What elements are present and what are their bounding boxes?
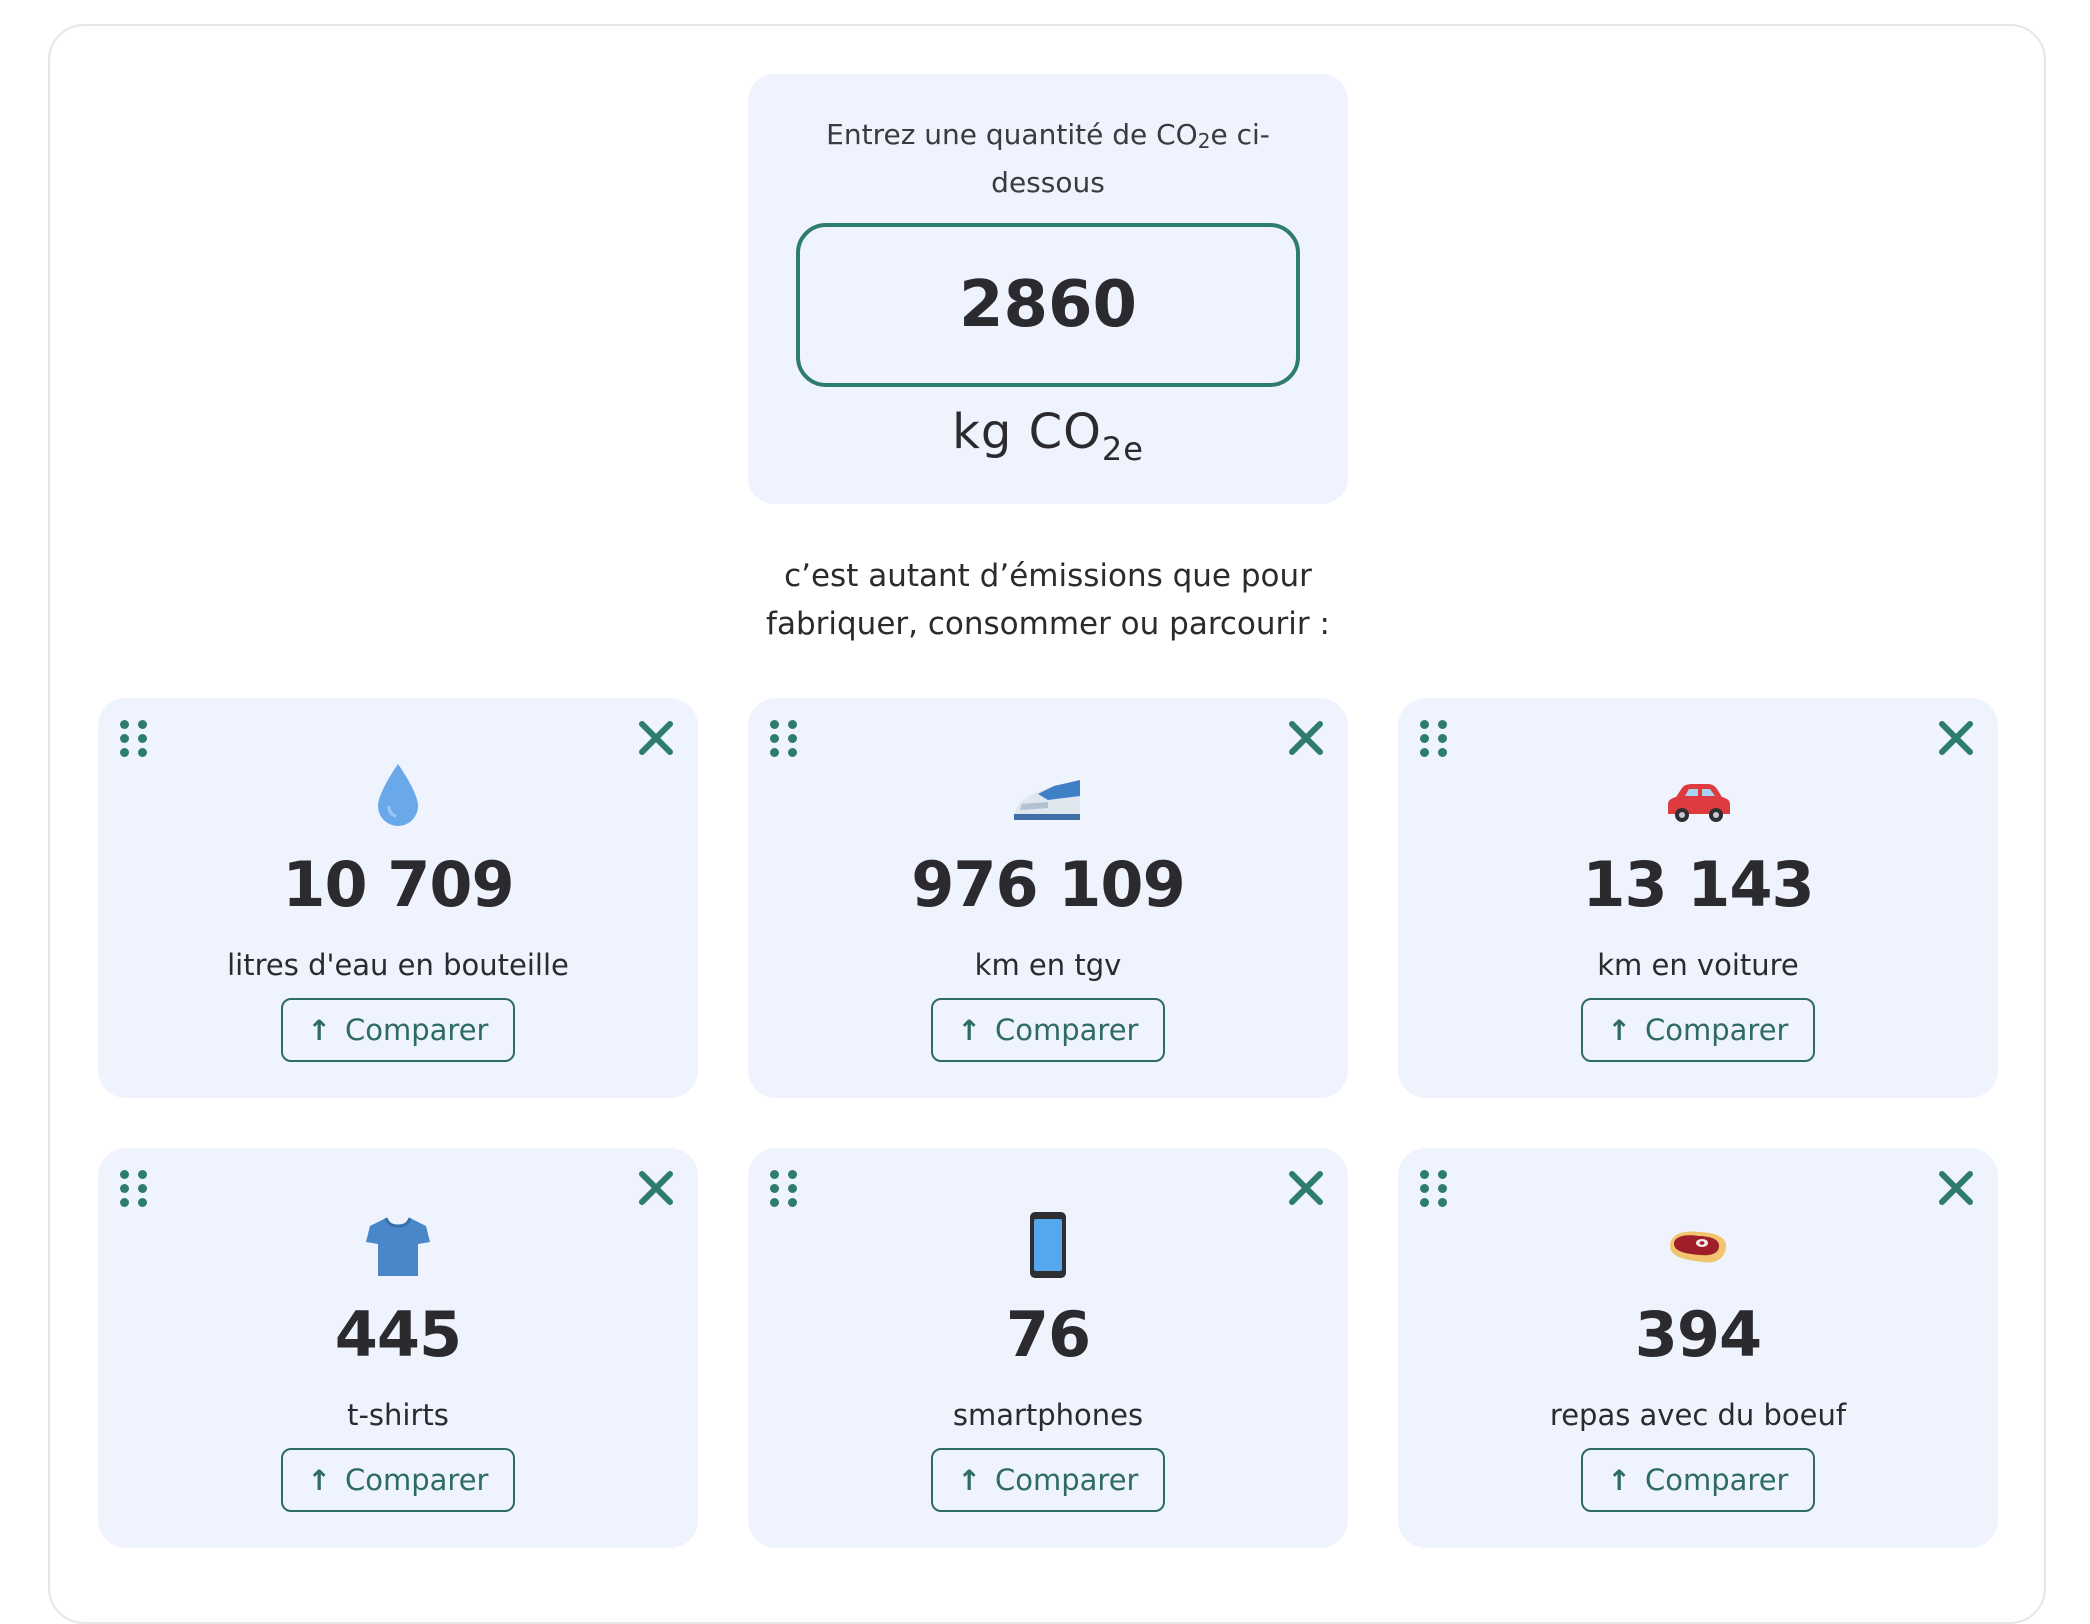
drag-handle-icon[interactable] <box>770 720 802 760</box>
arrow-up-icon: ↑ <box>957 1013 981 1047</box>
water-drop-icon <box>378 764 418 826</box>
tagline-line-2: fabriquer, consommer ou parcourir : <box>766 606 1330 642</box>
close-icon[interactable] <box>1284 1166 1328 1210</box>
t-shirt-icon <box>366 1217 430 1276</box>
co2-input-card: Entrez une quantité de CO2e ci-dessous k… <box>748 74 1348 504</box>
equivalent-label: km en tgv <box>974 948 1122 982</box>
car-icon <box>1668 784 1730 822</box>
equivalent-value: 445 <box>334 1298 462 1371</box>
drag-handle-icon[interactable] <box>1420 720 1452 760</box>
unit-label: kg CO2e <box>952 404 1144 468</box>
close-icon[interactable] <box>634 716 678 760</box>
arrow-up-icon: ↑ <box>307 1013 331 1047</box>
arrow-up-icon: ↑ <box>1607 1013 1631 1047</box>
compare-button[interactable]: ↑ Comparer <box>1581 1448 1815 1512</box>
equivalent-card: 13 143 km en voiture ↑ Comparer <box>1398 698 1998 1098</box>
compare-button[interactable]: ↑ Comparer <box>281 998 515 1062</box>
co2-quantity-input[interactable] <box>796 223 1300 387</box>
arrow-up-icon: ↑ <box>957 1463 981 1497</box>
equivalent-value: 76 <box>1005 1298 1091 1371</box>
close-icon[interactable] <box>634 1166 678 1210</box>
equivalent-card: 394 repas avec du boeuf ↑ Comparer <box>1398 1148 1998 1548</box>
equivalent-label: km en voiture <box>1597 948 1799 982</box>
drag-handle-icon[interactable] <box>120 720 152 760</box>
high-speed-train-icon <box>1014 780 1080 820</box>
steak-icon <box>1670 1231 1727 1263</box>
equivalent-card: 10 709 litres d'eau en bouteille ↑ Compar… <box>98 698 698 1098</box>
drag-handle-icon[interactable] <box>770 1170 802 1210</box>
drag-handle-icon[interactable] <box>120 1170 152 1210</box>
equivalent-card: 445 t-shirts ↑ Comparer <box>98 1148 698 1548</box>
compare-button[interactable]: ↑ Comparer <box>1581 998 1815 1062</box>
equivalent-card: 76 smartphones ↑ Comparer <box>748 1148 1348 1548</box>
input-prompt: Entrez une quantité de CO2e ci-dessous <box>826 118 1270 199</box>
tagline-line-1: c’est autant d’émissions que pour <box>784 558 1312 594</box>
equivalent-value: 976 109 <box>911 848 1185 921</box>
close-icon[interactable] <box>1934 716 1978 760</box>
equivalent-value: 13 143 <box>1582 848 1814 921</box>
close-icon[interactable] <box>1934 1166 1978 1210</box>
equivalent-label: t-shirts <box>347 1398 449 1432</box>
equivalent-card: 976 109 km en tgv ↑ Comparer <box>748 698 1348 1098</box>
close-icon[interactable] <box>1284 716 1328 760</box>
equivalent-label: smartphones <box>952 1398 1144 1432</box>
compare-button[interactable]: ↑ Comparer <box>281 1448 515 1512</box>
smartphone-icon <box>1030 1212 1066 1278</box>
equivalent-label: repas avec du boeuf <box>1549 1398 1847 1432</box>
compare-button[interactable]: ↑ Comparer <box>931 998 1165 1062</box>
equivalent-label: litres d'eau en bouteille <box>227 948 569 982</box>
compare-button[interactable]: ↑ Comparer <box>931 1448 1165 1512</box>
equivalent-value: 10 709 <box>282 848 514 921</box>
tagline: c’est autant d’émissions que pour fabriq… <box>648 552 1448 648</box>
equivalent-value: 394 <box>1634 1298 1762 1371</box>
arrow-up-icon: ↑ <box>307 1463 331 1497</box>
drag-handle-icon[interactable] <box>1420 1170 1452 1210</box>
arrow-up-icon: ↑ <box>1607 1463 1631 1497</box>
